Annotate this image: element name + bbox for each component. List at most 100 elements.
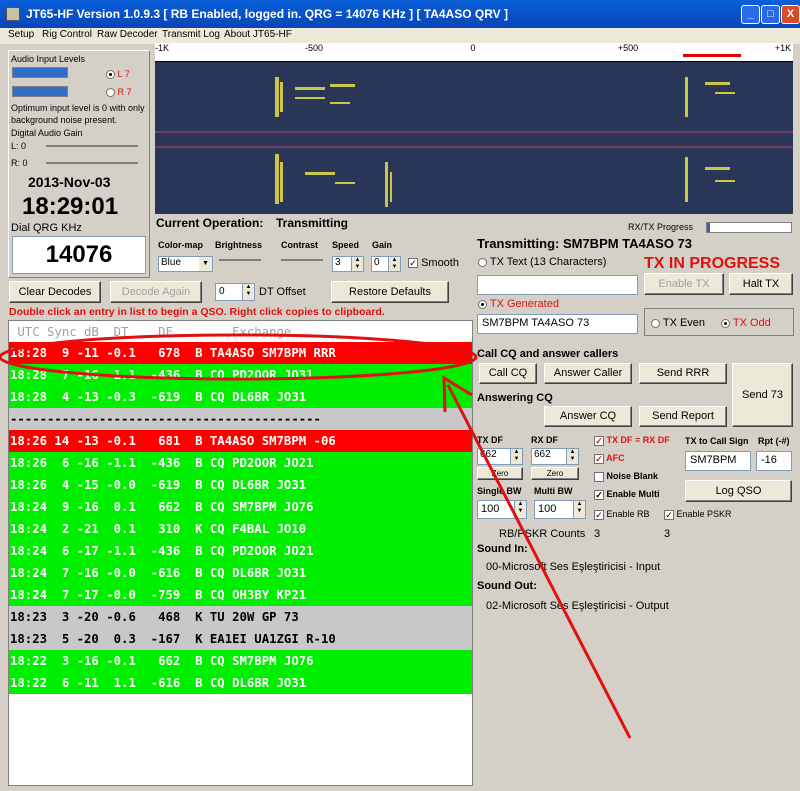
decode-row[interactable]: 18:26 4 -15 -0.0 -619 B CQ DL6BR JO31 xyxy=(9,474,472,496)
decode-row[interactable]: 18:28 4 -13 -0.3 -619 B CQ DL6BR JO31 xyxy=(9,386,472,408)
call-cq-button[interactable]: Call CQ xyxy=(479,363,537,384)
maximize-button[interactable]: □ xyxy=(761,5,780,24)
enable-rb-label: Enable RB xyxy=(606,509,650,519)
tx-eq-rx-checkbox[interactable]: ✓ xyxy=(594,435,604,446)
rx-df-value: 662 xyxy=(534,449,551,460)
afc-label: AFC xyxy=(606,453,625,463)
tx-df-spinner[interactable]: 662 ▲ ▼ xyxy=(477,448,523,465)
spinner-arrows-icon[interactable]: ▲ ▼ xyxy=(351,257,363,271)
tx-generated-label: TX Generated xyxy=(489,298,559,310)
speed-spinner[interactable]: 3 ▲ ▼ xyxy=(332,256,364,272)
answer-caller-button[interactable]: Answer Caller xyxy=(544,363,632,384)
progress-fill xyxy=(707,223,710,232)
close-button[interactable]: X xyxy=(781,5,800,24)
menu-setup[interactable]: Setup xyxy=(8,29,34,40)
tx-generated-radio[interactable] xyxy=(478,299,487,309)
decode-row[interactable]: 18:28 7 -16 -1.1 -436 B CQ PD2OOR JO31 xyxy=(9,364,472,386)
spinner-arrows-icon[interactable]: ▲ ▼ xyxy=(566,449,578,464)
tx-odd-radio[interactable] xyxy=(721,318,730,328)
answering-cq-title: Answering CQ xyxy=(477,392,553,404)
right-channel-label: R 7 xyxy=(117,87,132,97)
right-channel-radio[interactable] xyxy=(106,88,115,98)
brightness-slider[interactable] xyxy=(219,259,261,261)
log-qso-button[interactable]: Log QSO xyxy=(685,480,792,502)
spinner-arrows-icon[interactable]: ▲ ▼ xyxy=(514,501,526,518)
minimize-button[interactable]: _ xyxy=(741,5,760,24)
decode-row[interactable]: 18:24 7 -16 -0.0 -616 B CQ DL6BR JO31 xyxy=(9,562,472,584)
dt-offset-value: 0 xyxy=(219,286,225,297)
answer-cq-button[interactable]: Answer CQ xyxy=(544,406,632,427)
single-bw-spinner[interactable]: 100 ▲ ▼ xyxy=(477,500,527,519)
enable-rb-checkbox[interactable]: ✓ xyxy=(594,509,604,520)
time-display: 18:29:01 xyxy=(22,193,119,220)
decode-again-button[interactable]: Decode Again xyxy=(110,281,202,303)
rx-df-zero-button[interactable]: Zero xyxy=(531,467,579,480)
left-channel-radio[interactable] xyxy=(106,70,115,80)
menu-raw-decoder[interactable]: Raw Decoder xyxy=(97,29,158,40)
tx-text-input[interactable] xyxy=(477,275,638,295)
send-rrr-button[interactable]: Send RRR xyxy=(639,363,727,384)
speed-label: Speed xyxy=(332,240,360,250)
tx-df-zero-button[interactable]: Zero xyxy=(477,467,523,480)
gain-spinner[interactable]: 0 ▲ ▼ xyxy=(371,256,401,272)
multi-bw-value: 100 xyxy=(538,503,557,515)
single-bw-label: Single BW xyxy=(477,486,522,496)
send-report-button[interactable]: Send Report xyxy=(639,406,727,427)
spinner-arrows-icon[interactable]: ▲ ▼ xyxy=(510,449,522,464)
tx-in-progress-label: TX IN PROGRESS xyxy=(644,255,781,272)
rx-df-spinner[interactable]: 662 ▲ ▼ xyxy=(531,448,579,465)
multi-bw-label: Multi BW xyxy=(534,486,573,496)
enable-tx-button[interactable]: Enable TX xyxy=(644,273,724,295)
decode-row[interactable]: 18:26 6 -16 -1.1 -436 B CQ PD2OOR JO21 xyxy=(9,452,472,474)
afc-checkbox[interactable]: ✓ xyxy=(594,453,604,464)
decode-row[interactable]: 18:22 3 -16 -0.1 662 B CQ SM7BPM JO76 xyxy=(9,650,472,672)
decode-row[interactable]: 18:24 9 -16 0.1 662 B CQ SM7BPM JO76 xyxy=(9,496,472,518)
tx-text-label: TX Text (13 Characters) xyxy=(489,256,607,268)
audio-note: Optimum input level is 0 with only backg… xyxy=(11,103,145,125)
gain-left-slider[interactable] xyxy=(46,145,138,147)
restore-defaults-button[interactable]: Restore Defaults xyxy=(331,281,449,303)
tx-message-field[interactable]: SM7BPM TA4ASO 73 xyxy=(477,314,638,334)
spinner-arrows-icon[interactable]: ▲ ▼ xyxy=(573,501,585,518)
tx-text-radio[interactable] xyxy=(478,257,487,267)
gain-right-slider[interactable] xyxy=(46,162,138,164)
noise-blank-checkbox[interactable] xyxy=(594,471,604,482)
smooth-checkbox[interactable]: ✓ xyxy=(408,258,418,269)
decode-row[interactable]: 18:26 14 -13 -0.1 681 B TA4ASO SM7BPM -0… xyxy=(9,430,472,452)
menu-transmit-log[interactable]: Transmit Log xyxy=(162,29,220,40)
scale-label: -1K xyxy=(154,43,170,53)
multi-bw-spinner[interactable]: 100 ▲ ▼ xyxy=(534,500,586,519)
colormap-select[interactable]: Blue ▼ xyxy=(158,256,213,272)
decode-row[interactable]: 18:24 7 -17 -0.0 -759 B CQ OH3BY KP21 xyxy=(9,584,472,606)
enable-pskr-checkbox[interactable]: ✓ xyxy=(664,509,674,520)
tx-even-radio[interactable] xyxy=(651,318,660,328)
decode-row[interactable]: 18:24 2 -21 0.1 310 K CQ F4BAL JO10 xyxy=(9,518,472,540)
scale-label: +500 xyxy=(617,43,639,53)
decode-row[interactable]: 18:23 5 -20 0.3 -167 K EA1EI UA1ZGI R-10 xyxy=(9,628,472,650)
spinner-arrows-icon[interactable]: ▲ ▼ xyxy=(388,257,400,271)
dt-offset-spinner[interactable]: 0 ▲ ▼ xyxy=(215,283,255,301)
tx-to-call-input[interactable]: SM7BPM xyxy=(685,451,751,471)
title-bar: JT65-HF Version 1.0.9.3 [ RB Enabled, lo… xyxy=(0,0,800,28)
decode-row[interactable]: 18:28 9 -11 -0.1 678 B TA4ASO SM7BPM RRR xyxy=(9,342,472,364)
decode-row[interactable]: 18:23 3 -20 -0.6 468 K TU 20W GP 73 xyxy=(9,606,472,628)
menu-rig-control[interactable]: Rig Control xyxy=(42,29,92,40)
colormap-label: Color-map xyxy=(158,240,203,250)
pskr-count: 3 xyxy=(664,528,671,540)
gain-left-label: L: 0 xyxy=(11,141,27,151)
qrg-input[interactable]: 14076 xyxy=(12,236,146,274)
enable-multi-checkbox[interactable]: ✓ xyxy=(594,489,604,500)
decode-row[interactable]: 18:24 6 -17 -1.1 -436 B CQ PD2OOR JO21 xyxy=(9,540,472,562)
scale-label: 0 xyxy=(470,43,476,53)
waterfall-display[interactable] xyxy=(155,62,793,214)
chevron-down-icon[interactable]: ▼ xyxy=(199,257,212,271)
menu-about[interactable]: About JT65-HF xyxy=(224,29,292,40)
clear-decodes-button[interactable]: Clear Decodes xyxy=(9,281,101,303)
decode-row[interactable]: 18:22 6 -11 1.1 -616 B CQ DL6BR JO31 xyxy=(9,672,472,694)
contrast-slider[interactable] xyxy=(281,259,323,261)
halt-tx-button[interactable]: Halt TX xyxy=(729,273,793,295)
rpt-input[interactable]: -16 xyxy=(756,451,792,471)
spinner-arrows-icon[interactable]: ▲ ▼ xyxy=(242,284,254,300)
decode-list[interactable]: UTC Sync dB DT DF Exchange 18:28 9 -11 -… xyxy=(8,320,473,786)
send-73-button[interactable]: Send 73 xyxy=(732,363,793,427)
